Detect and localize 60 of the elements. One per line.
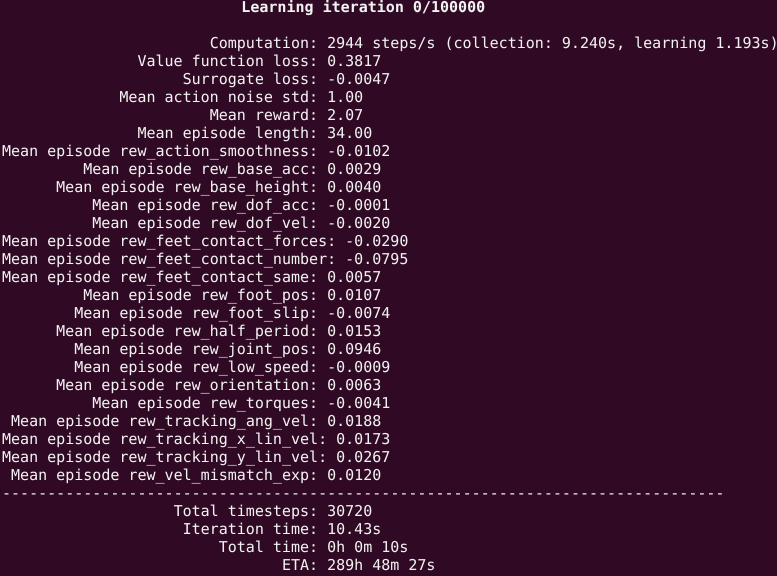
stat-value: 0.0188 [327,412,382,430]
stat-label: Mean episode rew_foot_pos: [82,286,318,304]
stat-value: 0.0063 [327,376,382,394]
stat-value: -0.0020 [327,214,390,232]
stat-value: 2944 steps/s (collection: 9.240s, learning 1.193s) [327,34,777,52]
stat-label: Surrogate loss: [182,70,318,88]
stat-label: Iteration time: [182,520,318,538]
stat-label: Mean episode rew_low_speed: [73,358,318,376]
stat-value: 0.0057 [327,268,382,286]
stat-label: Total timesteps: [172,502,318,520]
stat-label: Mean episode rew_tracking_ang_vel: [10,412,318,430]
stat-label: Mean episode rew_base_acc: [82,160,318,178]
stat-label: Mean episode rew_joint_pos: [73,340,318,358]
stat-value: 30720 [327,502,372,520]
stat-label: Mean episode rew_foot_slip: [73,304,318,322]
stat-value: 10.43s [327,520,382,538]
stat-label: Mean episode rew_orientation: [55,376,318,394]
stat-value: 2.07 [327,106,364,124]
stat-value: 0.0946 [327,340,382,358]
stat-value: -0.0290 [345,232,408,250]
stat-value: -0.0102 [327,142,390,160]
stat-value: 0.0040 [327,178,382,196]
stat-label: Mean episode rew_dof_vel: [91,214,318,232]
stat-label: Mean episode rew_action_smoothness: [2,142,318,160]
stat-value: -0.0041 [327,394,390,412]
stat-label: Mean action noise std: [118,88,318,106]
stat-value: -0.0009 [327,358,390,376]
stat-label: Mean episode rew_feet_contact_number: [2,250,336,268]
stat-value: -0.0074 [327,304,390,322]
stat-value: 0.0267 [336,448,390,466]
stat-value: 0.0107 [327,286,382,304]
stat-label: Mean episode rew_tracking_y_lin_vel: [2,448,328,466]
stat-label: Value function loss: [136,52,318,70]
stat-label: Mean episode rew_feet_contact_same: [2,268,318,286]
stat-label: Mean reward: [208,106,318,124]
iteration-title: Learning iteration 0/100000 [241,0,486,16]
stat-label: Mean episode rew_half_period: [55,322,318,340]
stat-value: 1.00 [327,88,364,106]
stat-label: Mean episode rew_base_height: [55,178,318,196]
stat-label: Mean episode rew_feet_contact_forces: [2,232,336,250]
stat-value: 34.00 [327,124,372,142]
stat-value: 0h 0m 10s [327,538,408,556]
stat-label: Computation: [208,34,318,52]
stat-value: -0.0001 [327,196,390,214]
stat-label: Mean episode rew_vel_mismatch_exp: [10,466,318,484]
stat-value: 0.0173 [336,430,390,448]
stat-label: Mean episode rew_torques: [91,394,318,412]
separator-line: -------------------------------------------------------------------------------- [2,484,724,502]
stat-label: Mean episode rew_dof_acc: [91,196,318,214]
stat-value: 0.0029 [327,160,382,178]
stat-label: ETA: [280,556,318,574]
stat-value: 0.0153 [327,322,382,340]
stat-value: -0.0047 [327,70,390,88]
stat-value: 289h 48m 27s [327,556,436,574]
stat-value: -0.0795 [345,250,408,268]
stat-label: Mean episode length: [136,124,318,142]
stat-value: 0.3817 [327,52,382,70]
stat-label: Total time: [218,538,318,556]
stat-label: Mean episode rew_tracking_x_lin_vel: [2,430,328,448]
stat-value: 0.0120 [327,466,382,484]
